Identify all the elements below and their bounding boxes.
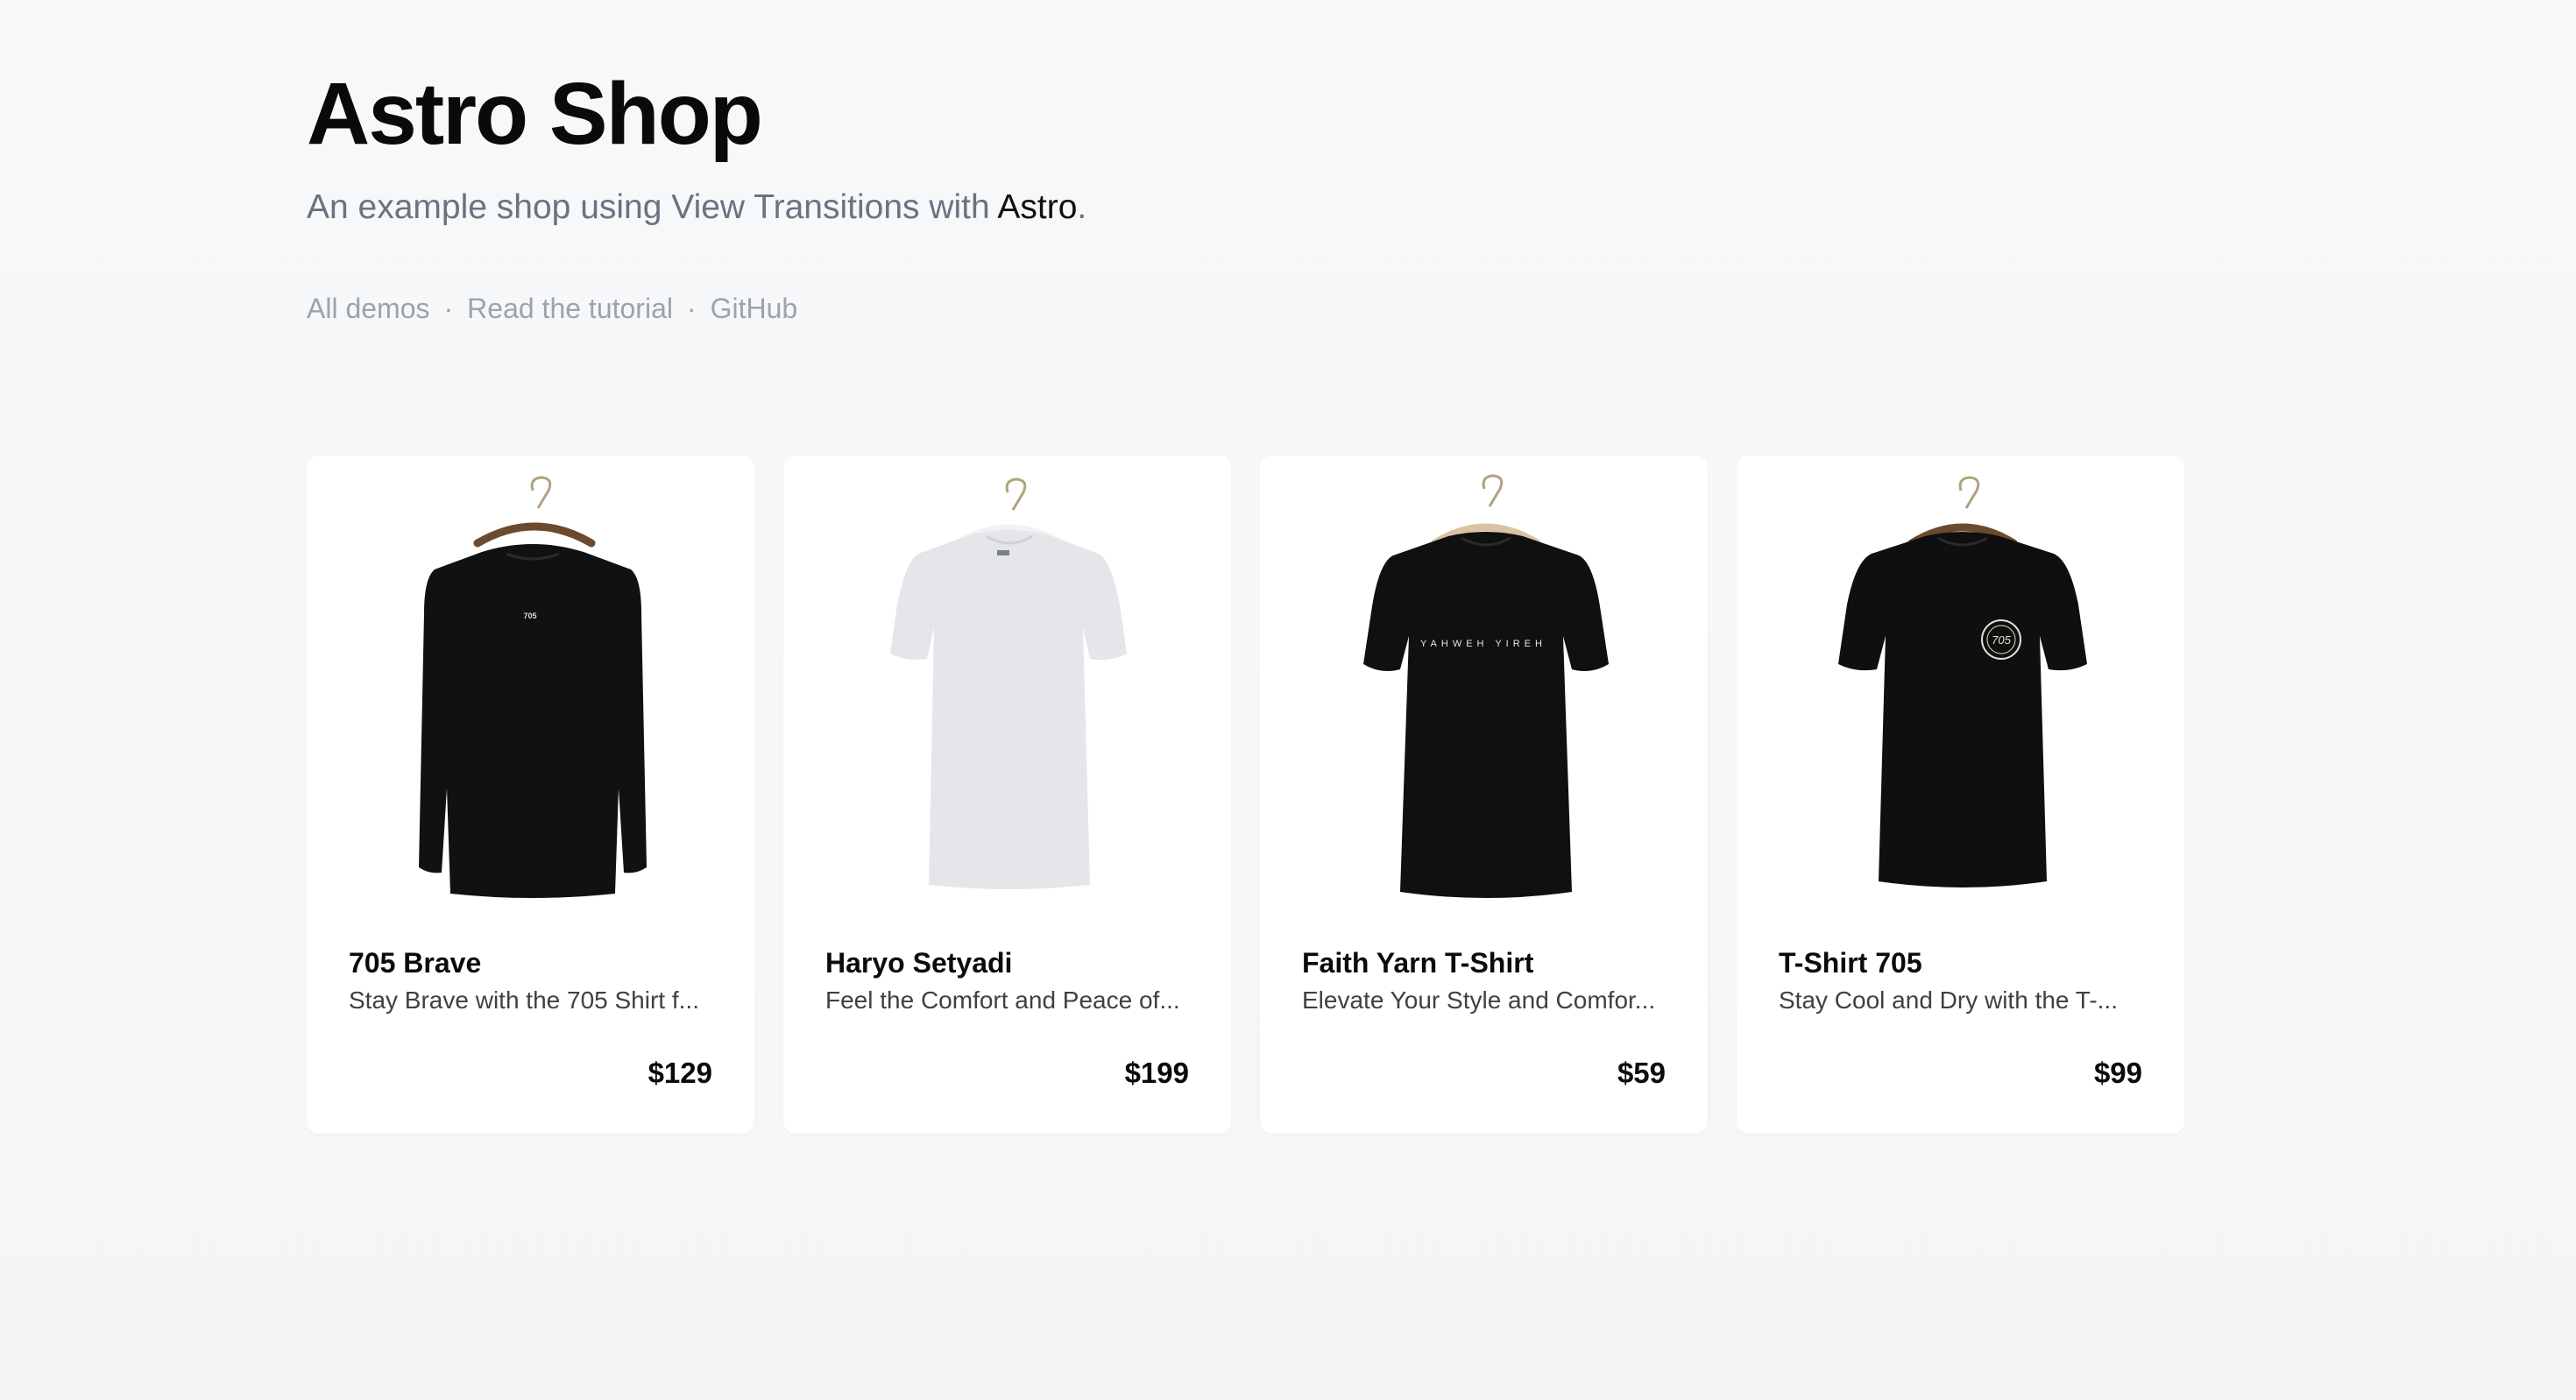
page-header: Astro Shop An example shop using View Tr… xyxy=(307,61,2269,326)
product-info: Faith Yarn T-Shirt Elevate Your Style an… xyxy=(1302,946,1666,1016)
read-tutorial-link[interactable]: Read the tutorial xyxy=(467,291,673,326)
product-card[interactable]: Haryo Setyadi Feel the Comfort and Peace… xyxy=(783,456,1231,1134)
white-tshirt-icon xyxy=(890,477,1127,889)
product-name: Haryo Setyadi xyxy=(825,947,1013,979)
product-info: T-Shirt 705 Stay Cool and Dry with the T… xyxy=(1779,946,2142,1016)
svg-text:YAHWEH YIREH: YAHWEH YIREH xyxy=(1420,639,1546,649)
product-price: $59 xyxy=(1617,1057,1666,1089)
page-title: Astro Shop xyxy=(307,65,763,163)
nav-links: All demos · Read the tutorial · GitHub xyxy=(307,291,2269,326)
product-info: 705 Brave Stay Brave with the 705 Shirt … xyxy=(349,946,712,1016)
svg-text:705: 705 xyxy=(1992,633,2011,647)
product-description: Elevate Your Style and Comfor... xyxy=(1302,986,1656,1014)
subtitle-text: An example shop using View Transitions w… xyxy=(307,188,998,226)
product-card[interactable]: 705 705 Brave Stay Brave with the 705 Sh… xyxy=(307,456,754,1134)
subtitle-period: . xyxy=(1077,188,1087,226)
product-price: $199 xyxy=(1124,1057,1189,1089)
astro-link[interactable]: Astro xyxy=(997,188,1077,226)
product-price: $99 xyxy=(2093,1057,2142,1089)
product-info: Haryo Setyadi Feel the Comfort and Peace… xyxy=(825,946,1189,1016)
product-grid: 705 705 Brave Stay Brave with the 705 Sh… xyxy=(307,456,2184,1134)
page-subtitle: An example shop using View Transitions w… xyxy=(307,186,2269,230)
svg-text:705: 705 xyxy=(523,612,536,620)
github-link[interactable]: GitHub xyxy=(711,291,798,326)
product-card[interactable]: 705 T-Shirt 705 Stay Cool and Dry with t… xyxy=(1737,456,2184,1134)
product-name: 705 Brave xyxy=(349,947,482,979)
black-tshirt-badge-icon: 705 xyxy=(1838,476,2087,887)
all-demos-link[interactable]: All demos xyxy=(307,291,430,326)
product-card[interactable]: YAHWEH YIREH Faith Yarn T-Shirt Elevate … xyxy=(1260,456,1708,1134)
product-name: T-Shirt 705 xyxy=(1779,947,1922,979)
black-tshirt-icon: YAHWEH YIREH xyxy=(1363,474,1609,898)
product-name: Faith Yarn T-Shirt xyxy=(1302,947,1534,979)
nav-separator: · xyxy=(686,293,697,324)
product-price: $129 xyxy=(648,1057,712,1089)
nav-separator: · xyxy=(443,293,454,324)
product-description: Stay Brave with the 705 Shirt f... xyxy=(349,986,699,1014)
product-description: Stay Cool and Dry with the T-... xyxy=(1779,986,2118,1014)
product-description: Feel the Comfort and Peace of... xyxy=(825,986,1180,1014)
black-longsleeve-shirt-icon: 705 xyxy=(419,476,647,898)
